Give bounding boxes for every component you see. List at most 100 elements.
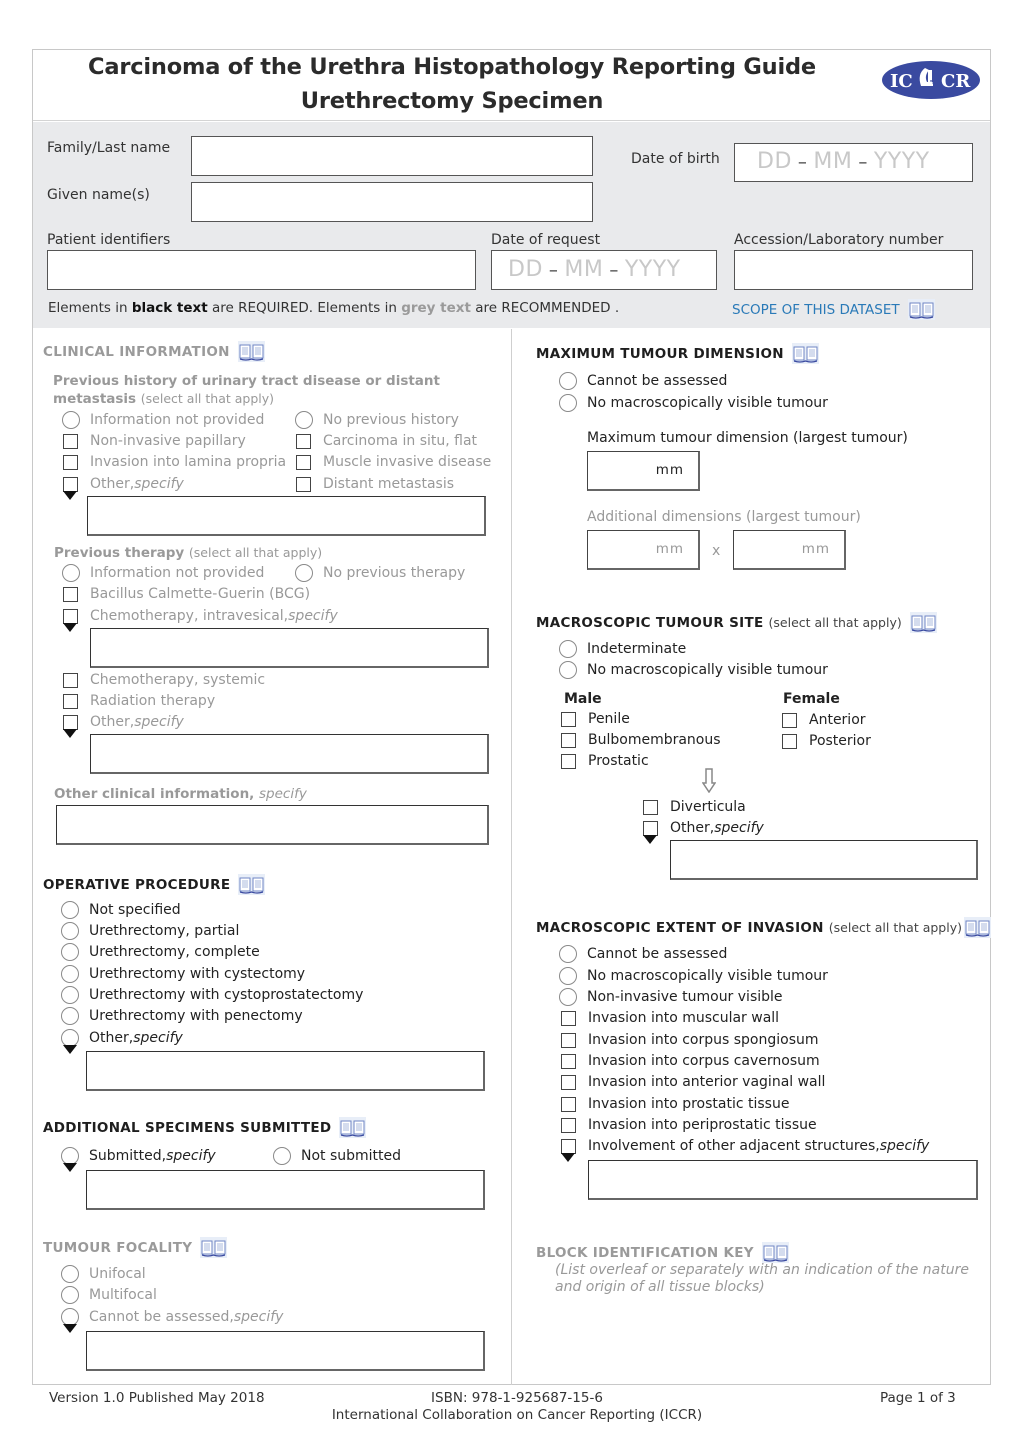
checkbox[interactable] bbox=[296, 454, 311, 470]
radio[interactable] bbox=[61, 901, 79, 919]
option-specimens-not-submitted[interactable]: Not submitted bbox=[273, 1146, 401, 1166]
option-focality-unifocal[interactable]: Unifocal bbox=[61, 1264, 146, 1284]
option-operative-cystectomy[interactable]: Urethrectomy with cystectomy bbox=[61, 964, 305, 984]
option-specimens-submitted[interactable]: Submitted, specify bbox=[61, 1146, 216, 1172]
checkbox[interactable] bbox=[561, 1096, 576, 1112]
book-icon[interactable] bbox=[761, 1242, 789, 1263]
option-operative-partial[interactable]: Urethrectomy, partial bbox=[61, 921, 239, 941]
radio[interactable] bbox=[559, 945, 577, 963]
radio[interactable] bbox=[61, 1286, 79, 1304]
book-icon[interactable] bbox=[909, 612, 937, 633]
history-other-specify-input[interactable] bbox=[87, 496, 486, 536]
option-extent-muscular-wall[interactable]: Invasion into muscular wall bbox=[560, 1008, 779, 1028]
checkbox[interactable] bbox=[63, 433, 78, 449]
option-extent-no-visible-tumour[interactable]: No macroscopically visible tumour bbox=[559, 966, 828, 986]
radio[interactable] bbox=[61, 986, 79, 1004]
radio[interactable] bbox=[295, 411, 313, 429]
radio[interactable] bbox=[559, 394, 577, 412]
option-therapy-chemo-intravesical[interactable]: Chemotherapy, intravesical, specify bbox=[62, 606, 338, 632]
checkbox[interactable] bbox=[296, 476, 311, 492]
specimens-submitted-specify-input[interactable] bbox=[86, 1170, 485, 1210]
option-extent-other-structures[interactable]: Involvement of other adjacent structures… bbox=[560, 1136, 929, 1162]
given-names-input[interactable] bbox=[191, 182, 593, 222]
option-operative-other[interactable]: Other, specify bbox=[61, 1028, 183, 1054]
option-extent-corpus-spongiosum[interactable]: Invasion into corpus spongiosum bbox=[560, 1030, 819, 1050]
radio[interactable] bbox=[61, 965, 79, 983]
book-icon[interactable] bbox=[238, 874, 266, 895]
option-dimension-no-visible-tumour[interactable]: No macroscopically visible tumour bbox=[559, 393, 828, 413]
radio[interactable] bbox=[61, 943, 79, 961]
checkbox[interactable] bbox=[561, 1117, 576, 1133]
operative-other-specify-input[interactable] bbox=[86, 1051, 485, 1091]
radio[interactable] bbox=[61, 1007, 79, 1025]
option-focality-multifocal[interactable]: Multifocal bbox=[61, 1285, 157, 1305]
scope-of-dataset-link[interactable]: SCOPE OF THIS DATASET bbox=[732, 299, 935, 320]
radio[interactable] bbox=[61, 922, 79, 940]
option-operative-complete[interactable]: Urethrectomy, complete bbox=[61, 942, 260, 962]
book-icon[interactable] bbox=[200, 1237, 228, 1258]
checkbox[interactable] bbox=[63, 672, 78, 688]
option-therapy-chemo-systemic[interactable]: Chemotherapy, systemic bbox=[62, 670, 265, 690]
checkbox[interactable] bbox=[561, 711, 576, 727]
checkbox[interactable] bbox=[643, 799, 658, 815]
option-history-info-not-provided[interactable]: Information not provided bbox=[62, 410, 264, 430]
checkbox[interactable] bbox=[63, 693, 78, 709]
site-other-specify-input[interactable] bbox=[670, 840, 978, 880]
checkbox[interactable] bbox=[63, 586, 78, 602]
therapy-other-specify-input[interactable] bbox=[90, 734, 489, 774]
checkbox-with-arrow[interactable] bbox=[643, 820, 658, 844]
checkbox[interactable] bbox=[561, 1074, 576, 1090]
option-therapy-no-previous[interactable]: No previous therapy bbox=[295, 563, 465, 583]
option-history-no-previous[interactable]: No previous history bbox=[295, 410, 459, 430]
radio[interactable] bbox=[559, 372, 577, 390]
option-site-penile[interactable]: Penile bbox=[560, 709, 630, 729]
option-therapy-bcg[interactable]: Bacillus Calmette-Guerin (BCG) bbox=[62, 584, 310, 604]
option-therapy-info-not-provided[interactable]: Information not provided bbox=[62, 563, 264, 583]
book-icon[interactable] bbox=[339, 1117, 367, 1138]
option-history-non-invasive-papillary[interactable]: Non-invasive papillary bbox=[62, 431, 246, 451]
option-history-distant-metastasis[interactable]: Distant metastasis bbox=[295, 474, 454, 494]
patient-identifiers-input[interactable] bbox=[47, 250, 476, 290]
date-of-request-input[interactable]: DD – MM – YYYY bbox=[491, 250, 717, 290]
radio[interactable] bbox=[559, 967, 577, 985]
book-icon[interactable] bbox=[237, 341, 265, 362]
option-site-indeterminate[interactable]: Indeterminate bbox=[559, 639, 686, 659]
option-focality-cannot-assess[interactable]: Cannot be assessed, specify bbox=[61, 1307, 283, 1333]
checkbox[interactable] bbox=[561, 1010, 576, 1026]
radio[interactable] bbox=[61, 1265, 79, 1283]
max-dimension-input[interactable]: mm bbox=[587, 451, 700, 491]
option-therapy-other[interactable]: Other, specify bbox=[62, 712, 184, 738]
radio[interactable] bbox=[559, 640, 577, 658]
option-dimension-cannot-assess[interactable]: Cannot be assessed bbox=[559, 371, 727, 391]
focality-specify-input[interactable] bbox=[86, 1331, 485, 1371]
book-icon[interactable] bbox=[963, 917, 991, 938]
checkbox-with-arrow[interactable] bbox=[561, 1138, 576, 1162]
additional-dimension-2-input[interactable]: mm bbox=[733, 530, 846, 570]
radio-with-arrow[interactable] bbox=[61, 1029, 79, 1054]
option-extent-periprostatic-tissue[interactable]: Invasion into periprostatic tissue bbox=[560, 1115, 817, 1135]
checkbox[interactable] bbox=[782, 733, 797, 749]
radio[interactable] bbox=[559, 661, 577, 679]
radio-with-arrow[interactable] bbox=[61, 1147, 79, 1172]
option-operative-cystoprostatectomy[interactable]: Urethrectomy with cystoprostatectomy bbox=[61, 985, 363, 1005]
option-operative-not-specified[interactable]: Not specified bbox=[61, 900, 181, 920]
radio[interactable] bbox=[559, 988, 577, 1006]
other-clinical-info-input[interactable] bbox=[56, 805, 489, 845]
option-site-no-visible-tumour[interactable]: No macroscopically visible tumour bbox=[559, 660, 828, 680]
option-extent-prostatic-tissue[interactable]: Invasion into prostatic tissue bbox=[560, 1094, 789, 1114]
option-history-lamina-propria[interactable]: Invasion into lamina propria bbox=[62, 452, 286, 472]
checkbox-with-arrow[interactable] bbox=[63, 608, 78, 632]
therapy-chemo-intravesical-specify-input[interactable] bbox=[90, 628, 489, 668]
option-extent-cannot-assess[interactable]: Cannot be assessed bbox=[559, 944, 727, 964]
option-extent-non-invasive[interactable]: Non-invasive tumour visible bbox=[559, 987, 783, 1007]
radio[interactable] bbox=[62, 564, 80, 582]
option-site-diverticula[interactable]: Diverticula bbox=[642, 797, 746, 817]
checkbox[interactable] bbox=[561, 732, 576, 748]
radio[interactable] bbox=[295, 564, 313, 582]
option-site-anterior[interactable]: Anterior bbox=[781, 710, 866, 730]
option-site-bulbomembranous[interactable]: Bulbomembranous bbox=[560, 730, 721, 750]
extent-other-specify-input[interactable] bbox=[588, 1160, 978, 1200]
checkbox[interactable] bbox=[296, 433, 311, 449]
checkbox[interactable] bbox=[561, 1032, 576, 1048]
checkbox[interactable] bbox=[561, 753, 576, 769]
